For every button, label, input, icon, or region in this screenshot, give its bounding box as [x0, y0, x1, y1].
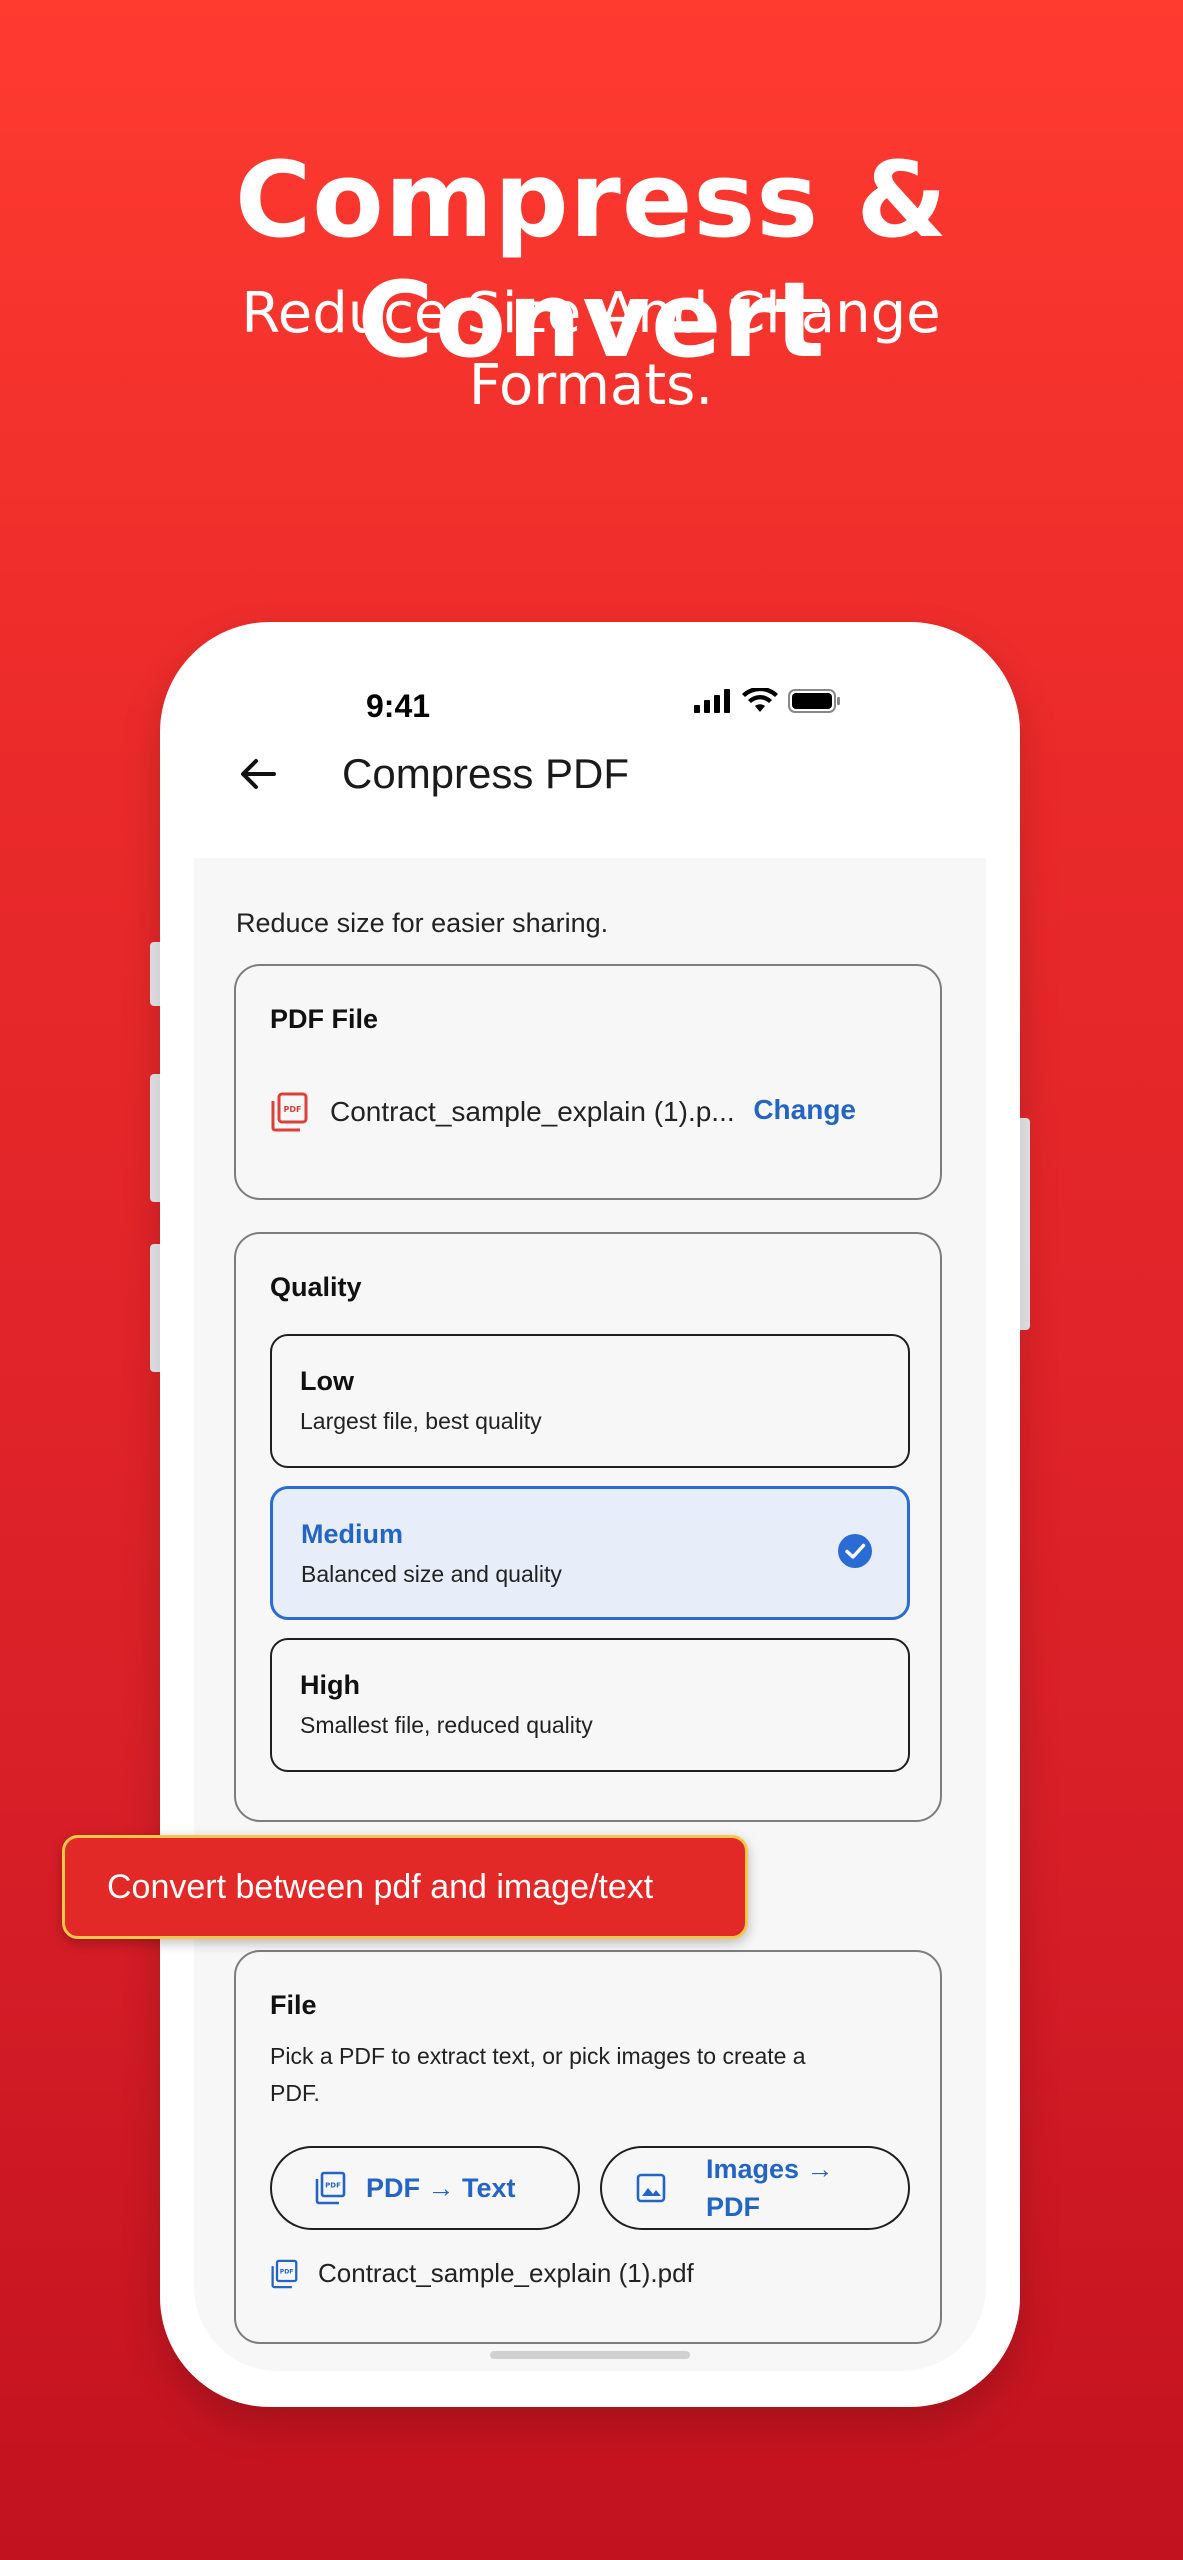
convert-callout-banner: Convert between pdf and image/text: [62, 1835, 748, 1939]
quality-option-description: Balanced size and quality: [301, 1561, 562, 1587]
page-title: Compress PDF: [342, 750, 630, 797]
quality-option-low[interactable]: Low Largest file, best quality: [270, 1334, 910, 1468]
promo-subline: Reduce Size And Change Formats.: [241, 281, 941, 418]
convert-selected-file-name: Contract_sample_explain (1).pdf: [318, 2258, 694, 2288]
status-icons: [694, 688, 842, 714]
quality-option-name: Medium: [301, 1519, 404, 1549]
battery-icon: [788, 689, 840, 713]
pdf-to-text-button[interactable]: PDF PDF → Text: [270, 2146, 580, 2230]
quality-option-high[interactable]: High Smallest file, reduced quality: [270, 1638, 910, 1772]
images-to-pdf-label: Images → PDF: [706, 2150, 834, 2226]
images-to-pdf-button[interactable]: Images → PDF: [600, 2146, 910, 2230]
selected-pdf-name: Contract_sample_explain (1).p...: [330, 1096, 735, 1127]
svg-text:PDF: PDF: [325, 2182, 341, 2190]
pdf-to-text-label: PDF → Text: [366, 2173, 516, 2203]
status-bar: 9:41 Compress PDF: [194, 658, 986, 858]
quality-option-description: Largest file, best quality: [300, 1408, 542, 1434]
quality-option-medium[interactable]: Medium Balanced size and quality: [270, 1486, 910, 1620]
svg-text:PDF: PDF: [280, 2268, 294, 2275]
svg-text:PDF: PDF: [284, 1105, 302, 1114]
pdf-stack-icon: PDF: [271, 2259, 298, 2288]
convert-description-line: Pick a PDF to extract text, or pick imag…: [270, 2043, 806, 2069]
wifi-icon: [742, 688, 778, 712]
convert-card-description: Pick a PDF to extract text, or pick imag…: [270, 2038, 806, 2112]
images-to-pdf-label-line: PDF: [706, 2192, 760, 2222]
phone-frame: 9:41 Compress PDF Reduce size for easier…: [160, 622, 1020, 2407]
home-indicator: [490, 2351, 690, 2359]
pdf-file-icon: PDF: [271, 1092, 308, 1132]
back-button[interactable]: [230, 746, 286, 802]
pdf-file-card-title: PDF File: [270, 1004, 379, 1034]
status-time: 9:41: [366, 688, 431, 724]
compress-intro: Reduce size for easier sharing.: [236, 908, 609, 938]
image-icon: [636, 2173, 666, 2203]
convert-selected-file-row: PDF Contract_sample_explain (1).pdf: [270, 2258, 694, 2289]
change-file-button[interactable]: Change: [753, 1094, 856, 1126]
arrow-left-icon: [241, 759, 276, 789]
selected-pdf-row: PDF Contract_sample_explain (1).p... Cha…: [270, 1090, 910, 1134]
convert-description-line: PDF.: [270, 2080, 320, 2106]
quality-option-description: Smallest file, reduced quality: [300, 1712, 593, 1738]
images-to-pdf-label-line: Images →: [706, 2154, 834, 2184]
pdf-stack-icon: PDF: [315, 2171, 346, 2205]
pdf-file-card: PDF File PDF Contract_sample_explain (1)…: [234, 964, 942, 1200]
quality-option-name: Low: [300, 1366, 354, 1396]
convert-card-title: File: [270, 1990, 317, 2020]
quality-option-name: High: [300, 1670, 360, 1700]
convert-file-card: File Pick a PDF to extract text, or pick…: [234, 1950, 942, 2344]
phone-screen: 9:41 Compress PDF Reduce size for easier…: [194, 658, 986, 2371]
signal-icon: [694, 689, 730, 713]
quality-card: Quality Low Largest file, best quality M…: [234, 1232, 942, 1822]
quality-card-title: Quality: [270, 1272, 362, 1302]
check-circle-icon: [838, 1534, 872, 1568]
